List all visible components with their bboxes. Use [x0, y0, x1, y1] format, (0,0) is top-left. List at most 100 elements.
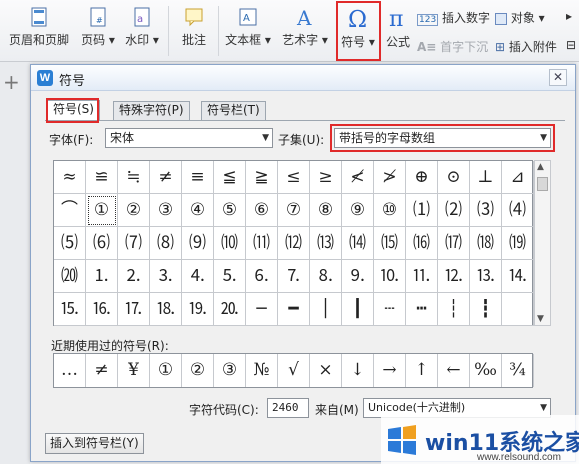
symbol-cell[interactable]: ⑴ [406, 194, 438, 227]
recent-symbol-cell[interactable]: ← [438, 354, 470, 387]
close-button[interactable]: ✕ [549, 69, 567, 86]
symbol-cell[interactable]: ⒙ [150, 293, 182, 326]
symbol-cell[interactable]: ⒚ [182, 293, 214, 326]
symbol-cell[interactable]: ⑨ [342, 194, 374, 227]
symbol-cell[interactable]: ━ [278, 293, 310, 326]
tab-special-chars[interactable]: 特殊字符(P) [113, 101, 190, 120]
recent-symbol-cell[interactable]: ¾ [502, 354, 534, 387]
symbol-cell[interactable]: ⑥ [246, 194, 278, 227]
symbol-cell[interactable]: ③ [150, 194, 182, 227]
annotate-button[interactable]: 批注 [174, 6, 214, 48]
tab-symbol-bar[interactable]: 符号栏(T) [201, 101, 266, 120]
page-number-button[interactable]: # 页码 ▾ [78, 6, 118, 48]
recent-symbol-cell[interactable]: ‰ [470, 354, 502, 387]
symbol-cell[interactable]: ⑶ [470, 194, 502, 227]
recent-symbol-cell[interactable]: ② [182, 354, 214, 387]
symbol-cell[interactable]: ⒊ [150, 260, 182, 293]
symbol-cell[interactable]: ⒎ [278, 260, 310, 293]
symbol-cell[interactable]: ⒅ [470, 227, 502, 260]
formula-button[interactable]: π 公式 [383, 6, 413, 50]
symbol-cell[interactable]: ≒ [118, 161, 150, 194]
scroll-down-icon[interactable]: ▼ [537, 314, 544, 324]
recent-symbol-cell[interactable]: ¥ [118, 354, 150, 387]
insert-number-button[interactable]: 123 插入数字 [417, 9, 490, 26]
symbol-cell[interactable]: ─ [246, 293, 278, 326]
symbol-cell[interactable]: ⑦ [278, 194, 310, 227]
symbol-cell[interactable]: ⒖ [54, 293, 86, 326]
symbol-cell[interactable]: ≡ [182, 161, 214, 194]
symbol-cell[interactable]: ⊕ [406, 161, 438, 194]
symbol-cell[interactable]: ⊿ [502, 161, 534, 194]
symbol-cell[interactable]: ≈ [54, 161, 86, 194]
symbol-cell[interactable]: ⒒ [406, 260, 438, 293]
symbol-cell[interactable]: ≌ [86, 161, 118, 194]
drop-cap-button[interactable]: A≡ 首字下沉 [417, 38, 488, 55]
symbol-cell[interactable]: ⒀ [310, 227, 342, 260]
insert-to-symbol-bar-button[interactable]: 插入到符号栏(Y) [45, 433, 144, 454]
symbol-cell[interactable]: ⒆ [502, 227, 534, 260]
symbol-cell[interactable]: ⑤ [214, 194, 246, 227]
add-tab-icon[interactable]: + [3, 70, 20, 94]
symbol-cell[interactable]: ⒋ [182, 260, 214, 293]
symbol-cell[interactable]: ⒈ [86, 260, 118, 293]
symbol-cell[interactable]: ≮ [342, 161, 374, 194]
recent-symbol-cell[interactable]: ③ [214, 354, 246, 387]
symbol-cell[interactable]: ≠ [150, 161, 182, 194]
symbol-cell[interactable]: ┃ [342, 293, 374, 326]
overflow-button-2[interactable]: ⊟ [566, 38, 576, 52]
header-footer-button[interactable]: 页眉和页脚 [6, 6, 72, 48]
symbol-cell[interactable]: ⑼ [182, 227, 214, 260]
symbol-cell[interactable]: ⑹ [86, 227, 118, 260]
symbol-cell[interactable]: ⑷ [502, 194, 534, 227]
watermark-button[interactable]: a 水印 ▾ [122, 6, 162, 48]
scroll-thumb[interactable] [537, 177, 548, 191]
symbol-cell[interactable]: ⒌ [214, 260, 246, 293]
symbol-cell[interactable]: ⑾ [246, 227, 278, 260]
symbol-cell[interactable]: ⑩ [374, 194, 406, 227]
symbol-cell[interactable]: ⒉ [118, 260, 150, 293]
symbol-cell[interactable]: ⊥ [470, 161, 502, 194]
scroll-up-icon[interactable]: ▲ [537, 162, 544, 172]
symbol-cell[interactable]: ⒄ [438, 227, 470, 260]
symbol-cell[interactable]: ┅ [406, 293, 438, 326]
recent-symbol-cell[interactable]: ① [150, 354, 182, 387]
symbol-cell[interactable]: ⊙ [438, 161, 470, 194]
font-select[interactable]: 宋体 ▼ [105, 128, 273, 148]
recent-symbol-cell[interactable]: → [374, 354, 406, 387]
symbol-cell[interactable]: ≧ [246, 161, 278, 194]
object-button[interactable]: 对象 ▾ [495, 9, 545, 26]
symbol-cell[interactable]: ⒃ [406, 227, 438, 260]
symbol-cell[interactable]: ⌒ [54, 194, 86, 227]
symbol-cell[interactable]: ① [86, 194, 118, 227]
recent-symbol-cell[interactable]: № [246, 354, 278, 387]
symbol-cell[interactable]: ⑿ [278, 227, 310, 260]
symbol-cell[interactable]: ⒇ [54, 260, 86, 293]
symbol-cell[interactable] [502, 293, 534, 326]
symbol-cell[interactable]: ⑵ [438, 194, 470, 227]
symbol-cell[interactable]: ⒔ [470, 260, 502, 293]
symbol-cell[interactable]: │ [310, 293, 342, 326]
symbol-cell[interactable]: ≦ [214, 161, 246, 194]
symbol-cell[interactable]: ⒕ [502, 260, 534, 293]
symbol-cell[interactable]: ⒑ [374, 260, 406, 293]
recent-symbol-cell[interactable]: ↑ [406, 354, 438, 387]
grid-scrollbar[interactable]: ▲ ▼ [534, 160, 551, 326]
overflow-button[interactable]: ▸ [566, 9, 572, 23]
symbol-cell[interactable]: ⒓ [438, 260, 470, 293]
charcode-input[interactable]: 2460 [267, 398, 309, 418]
symbol-cell[interactable]: ┄ [374, 293, 406, 326]
symbol-cell[interactable]: ⒐ [342, 260, 374, 293]
symbol-cell[interactable]: ② [118, 194, 150, 227]
symbol-cell[interactable]: ⒏ [310, 260, 342, 293]
symbol-cell[interactable]: ⑺ [118, 227, 150, 260]
recent-symbol-cell[interactable]: × [310, 354, 342, 387]
symbol-cell[interactable]: ≯ [374, 161, 406, 194]
recent-symbol-cell[interactable]: ↓ [342, 354, 374, 387]
recent-symbol-cell[interactable]: ≠ [86, 354, 118, 387]
art-text-button[interactable]: A 艺术字 ▾ [278, 6, 332, 48]
symbol-cell[interactable]: ⑽ [214, 227, 246, 260]
symbol-cell[interactable]: ┆ [438, 293, 470, 326]
recent-symbol-cell[interactable]: … [54, 354, 86, 387]
symbol-cell[interactable]: ⒂ [374, 227, 406, 260]
symbol-cell[interactable]: ⒁ [342, 227, 374, 260]
